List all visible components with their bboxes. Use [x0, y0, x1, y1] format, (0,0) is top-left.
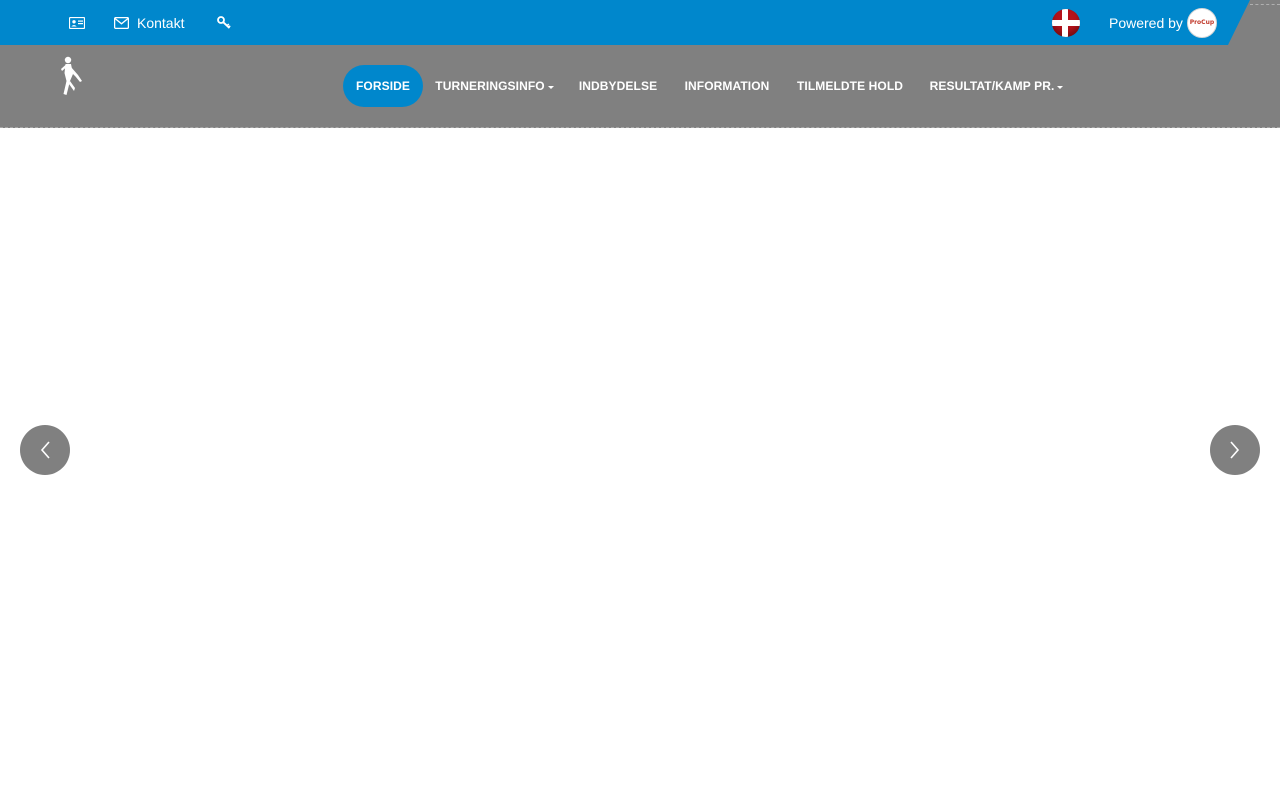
- nav-tilmeldte-hold[interactable]: TILMELDTE HOLD: [790, 65, 910, 107]
- top-bar-tail: [1228, 0, 1280, 45]
- nav-turneringsinfo[interactable]: TURNERINGSINFO: [431, 65, 558, 107]
- contact-label: Kontakt: [137, 14, 185, 31]
- danish-flag-icon[interactable]: [1052, 9, 1080, 37]
- login-link[interactable]: [217, 0, 231, 45]
- id-card-link[interactable]: [69, 0, 85, 45]
- chevron-left-icon: [40, 441, 50, 459]
- handball-player-logo-icon[interactable]: [59, 55, 85, 101]
- carousel-next-button[interactable]: [1210, 425, 1260, 475]
- procup-logo: ProCup: [1186, 7, 1217, 38]
- contact-link[interactable]: Kontakt: [114, 0, 184, 45]
- nav-information[interactable]: INFORMATION: [677, 65, 777, 107]
- nav-forside[interactable]: FORSIDE: [343, 65, 423, 107]
- powered-by[interactable]: Powered by ProCup: [1109, 0, 1217, 45]
- chevron-right-icon: [1230, 441, 1240, 459]
- caret-down-icon: [1057, 86, 1064, 89]
- envelope-icon: [114, 16, 129, 29]
- caret-down-icon: [547, 86, 554, 89]
- powered-by-text: Powered by: [1109, 14, 1183, 31]
- id-card-icon: [69, 16, 85, 29]
- top-bar: [0, 0, 1280, 45]
- nav-indbydelse[interactable]: INDBYDELSE: [573, 65, 663, 107]
- carousel-prev-button[interactable]: [20, 425, 70, 475]
- key-icon: [217, 16, 231, 29]
- nav-resultat-kamp[interactable]: RESULTAT/KAMP PR.: [925, 65, 1068, 107]
- image-carousel: [0, 129, 1280, 800]
